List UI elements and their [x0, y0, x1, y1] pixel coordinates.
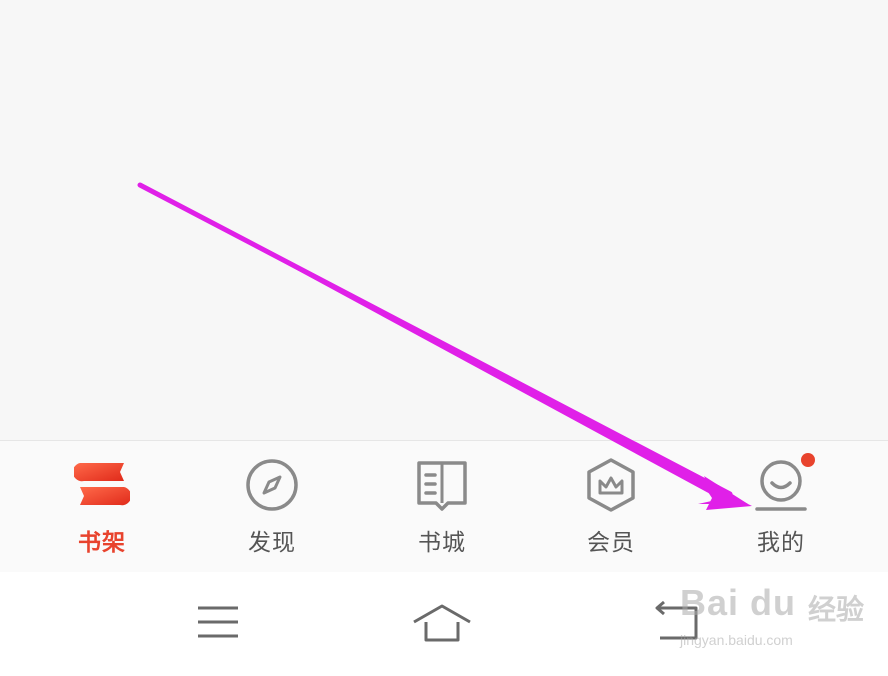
open-book-icon: [417, 461, 467, 511]
notification-badge-dot: [801, 453, 815, 467]
tab-store[interactable]: 书城: [382, 441, 502, 573]
watermark-brand: Bai du: [680, 582, 797, 623]
tab-shelf-label: 书架: [78, 530, 126, 556]
tab-member-label: 会员: [587, 530, 635, 556]
crown-hexagon-icon: [587, 458, 635, 512]
content-area: [0, 0, 888, 440]
tab-store-label: 书城: [418, 530, 466, 556]
home-icon[interactable]: [412, 598, 472, 650]
baidu-jingyan-watermark: Bai du 经验 jingyan.baidu.com: [680, 582, 880, 662]
smiley-profile-icon: [755, 460, 807, 511]
bottom-tab-bar: 书架 发现 书城 会员 我的: [0, 440, 888, 572]
bookshelf-icon: [74, 463, 130, 506]
tab-discover[interactable]: 发现: [212, 441, 332, 573]
tab-mine-label: 我的: [757, 530, 805, 556]
tab-mine[interactable]: 我的: [721, 441, 841, 573]
tab-shelf[interactable]: 书架: [42, 441, 162, 573]
menu-icon[interactable]: [188, 598, 248, 650]
compass-icon: [246, 459, 298, 511]
app-screen: 书架 发现 书城 会员 我的 Bai du 经验 jingyan.baidu.c…: [0, 0, 888, 676]
tab-member[interactable]: 会员: [551, 441, 671, 573]
watermark-cn: 经验: [808, 593, 865, 626]
tab-discover-label: 发现: [248, 530, 296, 556]
watermark-url: jingyan.baidu.com: [680, 632, 793, 648]
